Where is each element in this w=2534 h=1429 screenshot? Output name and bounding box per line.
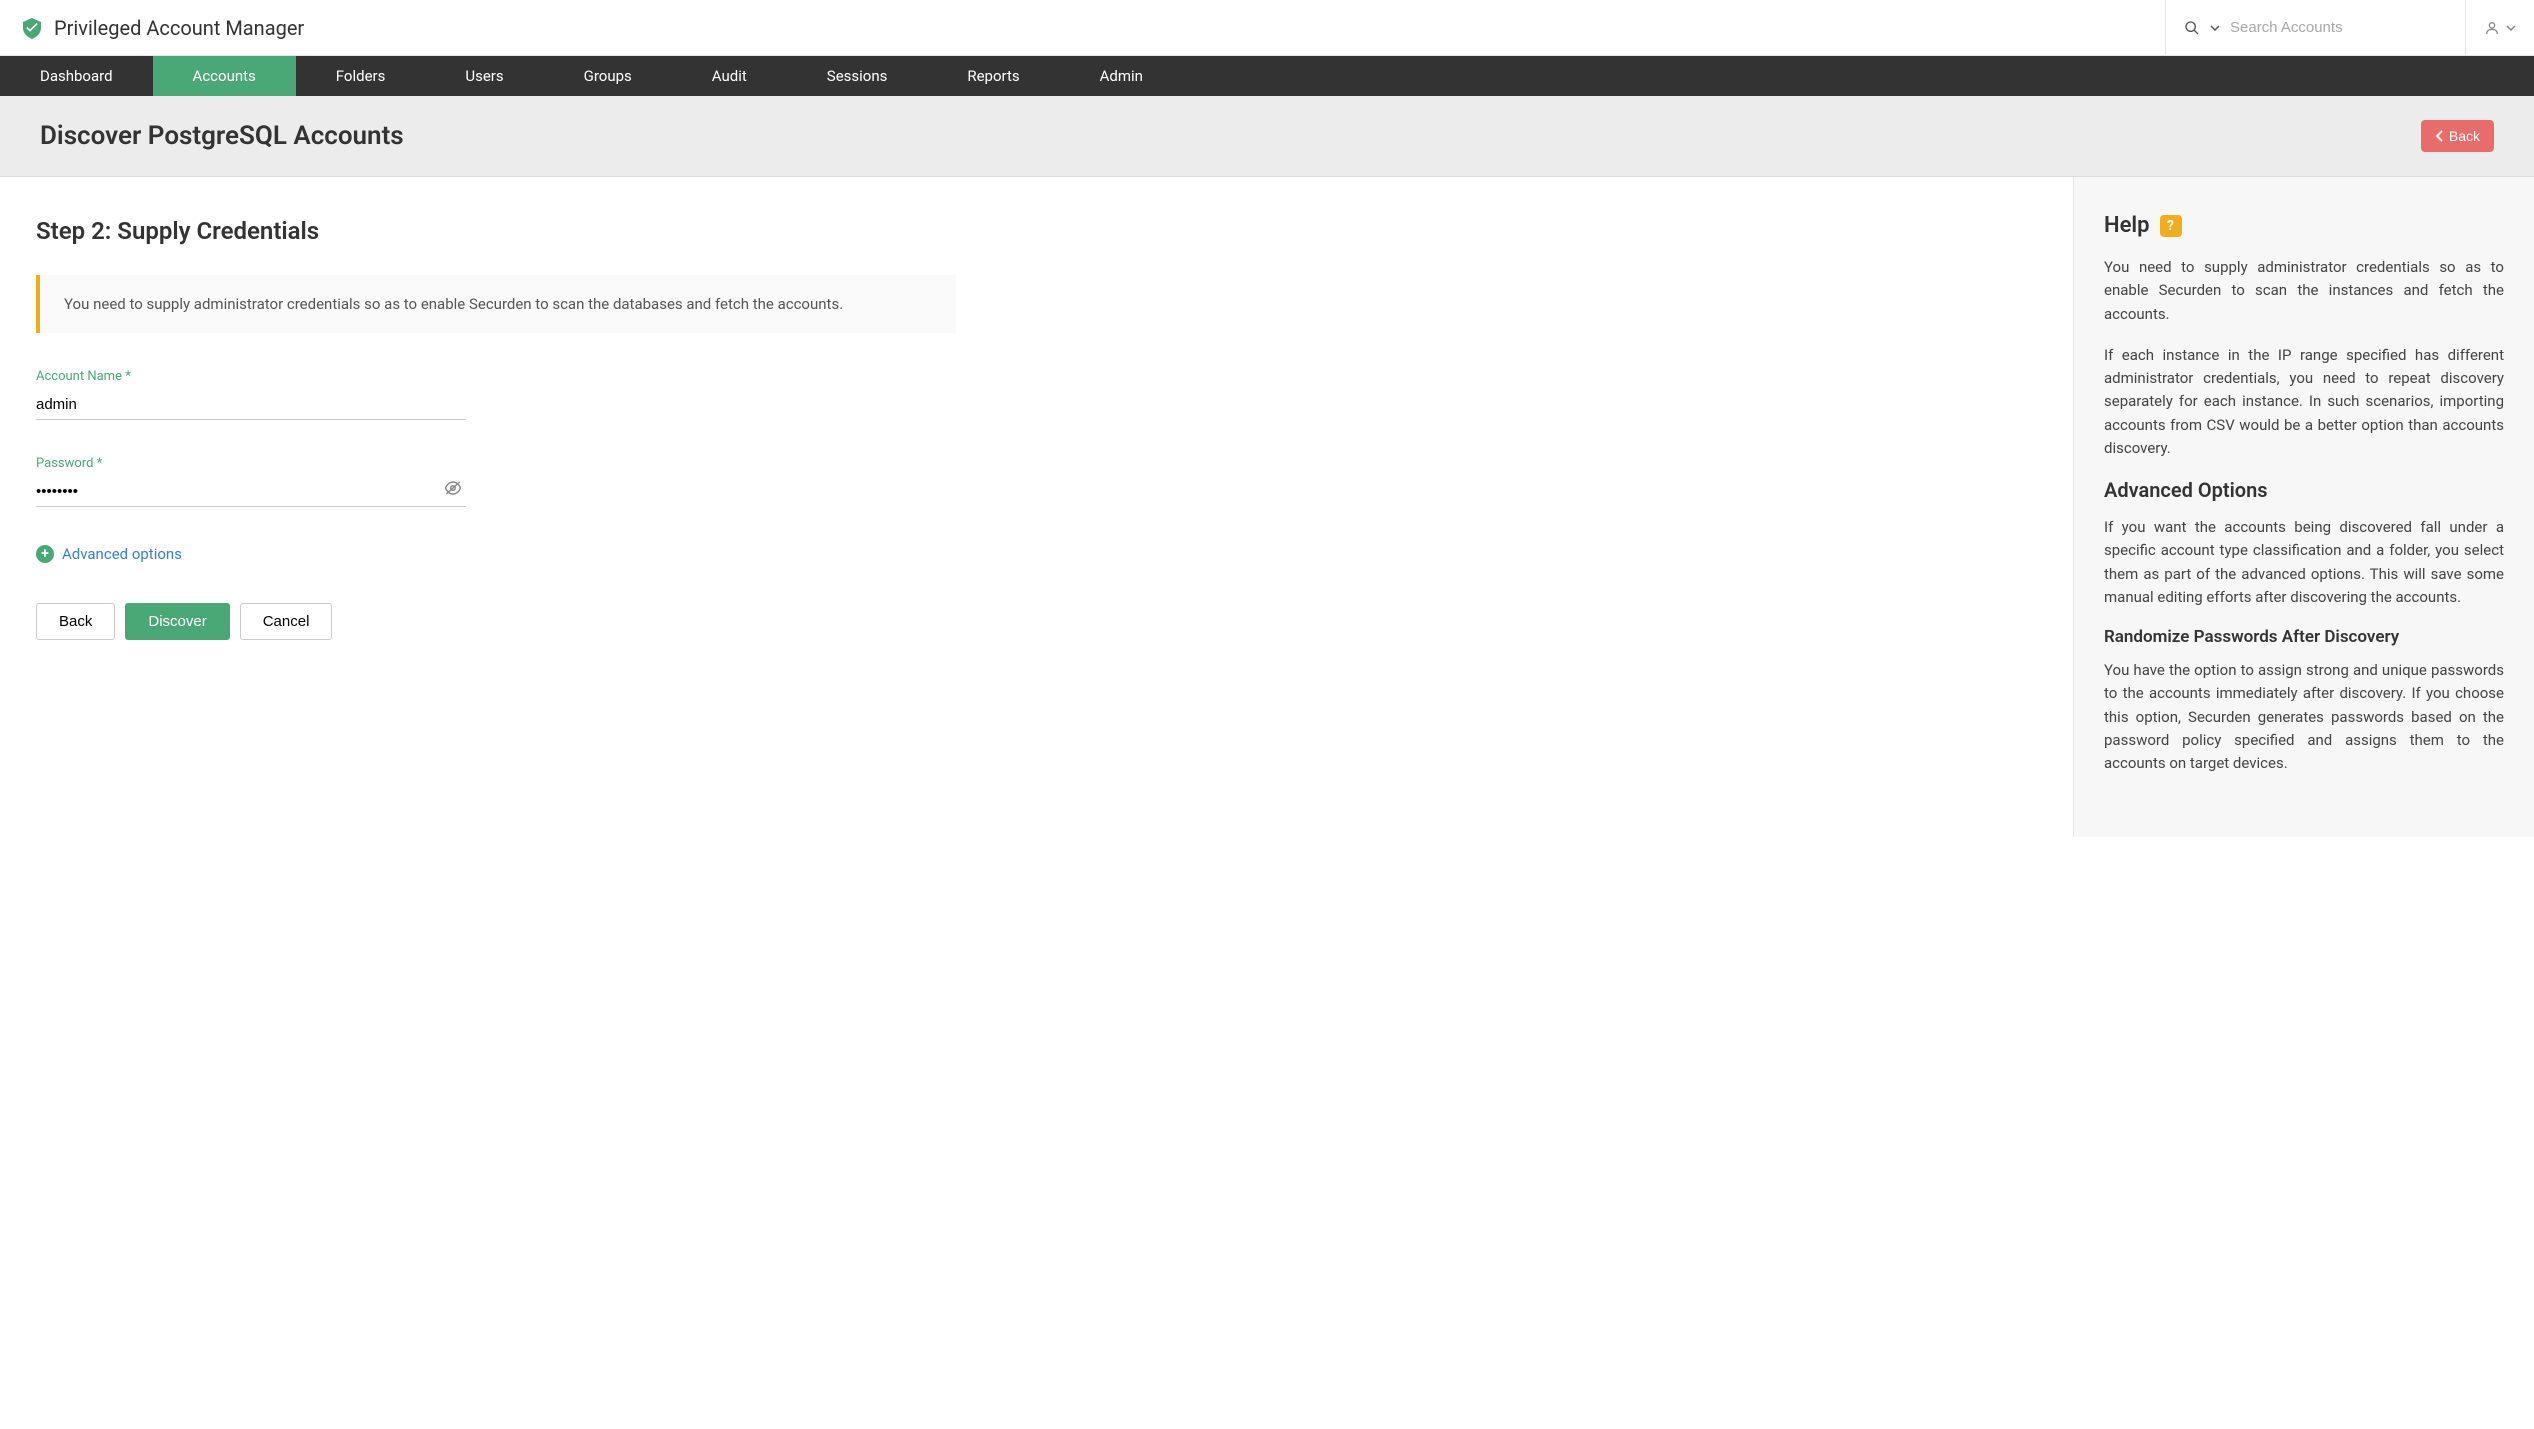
chevron-left-icon bbox=[2435, 130, 2445, 142]
page-title: Discover PostgreSQL Accounts bbox=[40, 121, 404, 151]
brand-name: Privileged Account Manager bbox=[54, 16, 304, 40]
nav-item-folders[interactable]: Folders bbox=[296, 56, 426, 96]
search-input[interactable] bbox=[2230, 19, 2447, 36]
help-heading-advanced: Advanced Options bbox=[2104, 478, 2504, 502]
page-header: Discover PostgreSQL Accounts Back bbox=[0, 96, 2534, 177]
account-name-input[interactable] bbox=[36, 390, 466, 420]
help-heading-randomize: Randomize Passwords After Discovery bbox=[2104, 627, 2504, 647]
help-column: Help ? You need to supply administrator … bbox=[2074, 177, 2534, 837]
user-icon bbox=[2484, 20, 2500, 36]
account-name-label: Account Name * bbox=[36, 369, 466, 384]
help-paragraph-2: If each instance in the IP range specifi… bbox=[2104, 344, 2504, 460]
password-input[interactable] bbox=[36, 477, 466, 507]
account-name-field-wrap: Account Name * bbox=[36, 369, 466, 420]
search-container bbox=[2165, 0, 2465, 55]
help-icon: ? bbox=[2160, 215, 2182, 237]
chevron-down-icon[interactable] bbox=[2210, 23, 2220, 33]
nav-item-reports[interactable]: Reports bbox=[927, 56, 1059, 96]
back-button[interactable]: Back bbox=[36, 603, 115, 640]
password-label: Password * bbox=[36, 456, 466, 471]
help-paragraph-4: You have the option to assign strong and… bbox=[2104, 659, 2504, 775]
search-icon[interactable] bbox=[2184, 20, 2200, 36]
cancel-button[interactable]: Cancel bbox=[240, 603, 333, 640]
user-menu[interactable] bbox=[2465, 0, 2534, 55]
brand: Privileged Account Manager bbox=[0, 16, 324, 40]
discover-button[interactable]: Discover bbox=[125, 603, 229, 640]
info-strip: You need to supply administrator credent… bbox=[36, 275, 956, 333]
advanced-options-link[interactable]: + Advanced options bbox=[36, 545, 182, 563]
topbar: Privileged Account Manager bbox=[0, 0, 2534, 56]
password-field-wrap: Password * bbox=[36, 456, 466, 507]
navbar: Dashboard Accounts Folders Users Groups … bbox=[0, 56, 2534, 96]
chevron-down-icon bbox=[2506, 23, 2516, 33]
nav-item-accounts[interactable]: Accounts bbox=[153, 56, 296, 96]
shield-logo-icon bbox=[20, 16, 44, 40]
help-paragraph-3: If you want the accounts being discovere… bbox=[2104, 516, 2504, 609]
eye-off-icon[interactable] bbox=[444, 480, 462, 499]
help-title: Help bbox=[2104, 213, 2150, 238]
nav-item-admin[interactable]: Admin bbox=[1060, 56, 1183, 96]
header-back-button[interactable]: Back bbox=[2421, 120, 2494, 152]
button-row: Back Discover Cancel bbox=[36, 603, 2037, 640]
nav-item-sessions[interactable]: Sessions bbox=[787, 56, 928, 96]
nav-item-groups[interactable]: Groups bbox=[544, 56, 672, 96]
nav-item-dashboard[interactable]: Dashboard bbox=[0, 56, 153, 96]
help-title-row: Help ? bbox=[2104, 213, 2504, 238]
body: Step 2: Supply Credentials You need to s… bbox=[0, 177, 2534, 837]
nav-item-users[interactable]: Users bbox=[425, 56, 543, 96]
step-title: Step 2: Supply Credentials bbox=[36, 217, 2037, 245]
nav-item-audit[interactable]: Audit bbox=[672, 56, 787, 96]
advanced-options-label: Advanced options bbox=[62, 545, 182, 563]
header-back-label: Back bbox=[2449, 128, 2480, 144]
help-paragraph-1: You need to supply administrator credent… bbox=[2104, 256, 2504, 326]
plus-circle-icon: + bbox=[36, 545, 54, 563]
main-column: Step 2: Supply Credentials You need to s… bbox=[0, 177, 2074, 837]
